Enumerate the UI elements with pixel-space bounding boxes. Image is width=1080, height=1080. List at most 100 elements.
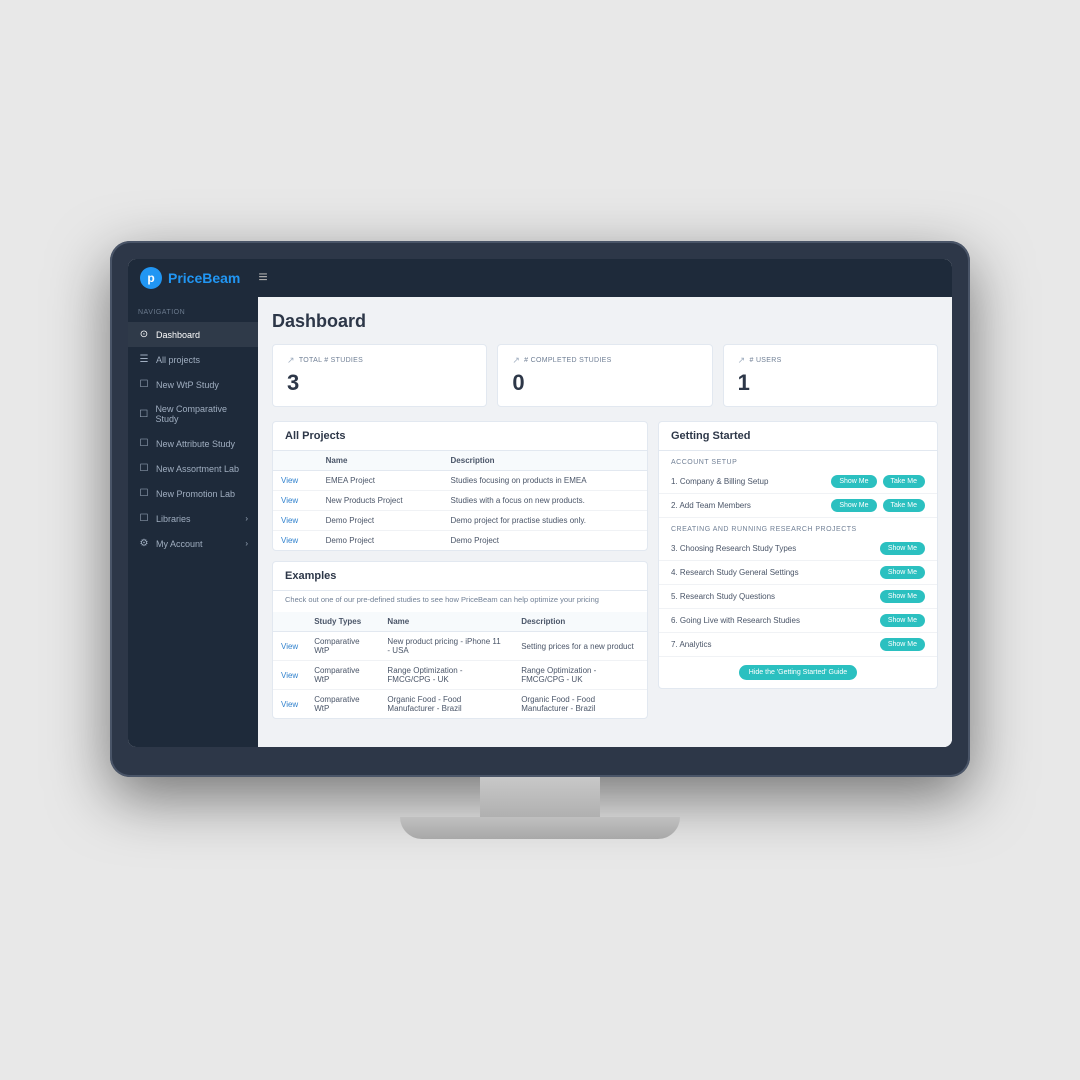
two-column-layout: All Projects Name Description — [272, 421, 938, 729]
view-link[interactable]: View — [281, 536, 298, 545]
sidebar-item-dashboard[interactable]: ⊙ Dashboard — [128, 322, 258, 347]
show-me-button-6[interactable]: Show Me — [880, 614, 925, 627]
view-link[interactable]: View — [281, 642, 298, 651]
stat-card-completed: ↗ # COMPLETED STUDIES 0 — [497, 344, 712, 407]
sidebar-item-label: New Assortment Lab — [156, 464, 239, 474]
stat-label-users: ↗ # USERS — [738, 355, 923, 366]
view-link-cell[interactable]: View — [273, 632, 306, 661]
example-name-cell: New product pricing - iPhone 11 - USA — [379, 632, 513, 661]
monitor-stand-base — [400, 817, 680, 839]
sidebar: NAVIGATION ⊙ Dashboard ☰ All projects ☐ … — [128, 297, 258, 747]
sidebar-item-my-account[interactable]: ⚙ My Account › — [128, 531, 258, 556]
stat-value-completed: 0 — [512, 370, 697, 396]
sidebar-item-libraries[interactable]: ☐ Libraries › — [128, 506, 258, 531]
gs-item-company-billing: 1. Company & Billing Setup Show Me Take … — [659, 470, 937, 494]
account-setup-label: ACCOUNT SETUP — [659, 451, 937, 470]
examples-description: Check out one of our pre-defined studies… — [273, 591, 647, 612]
monitor-stand-neck — [480, 777, 600, 817]
left-column: All Projects Name Description — [272, 421, 648, 729]
show-me-button-7[interactable]: Show Me — [880, 638, 925, 651]
table-row: View Comparative WtP Range Optimization … — [273, 661, 647, 690]
sidebar-item-label: All projects — [156, 355, 200, 365]
sidebar-item-label: New Attribute Study — [156, 439, 235, 449]
examples-card: Examples Check out one of our pre-define… — [272, 561, 648, 719]
view-link[interactable]: View — [281, 516, 298, 525]
view-link-cell[interactable]: View — [273, 471, 318, 491]
study-type-cell: Comparative WtP — [306, 690, 379, 719]
wtp-icon: ☐ — [138, 379, 150, 390]
view-link-cell[interactable]: View — [273, 531, 318, 551]
sidebar-item-label: Libraries — [156, 514, 191, 524]
sidebar-item-new-promotion[interactable]: ☐ New Promotion Lab — [128, 481, 258, 506]
gs-item-label: 7. Analytics — [671, 640, 872, 649]
stat-icon-completed: ↗ — [512, 355, 520, 366]
view-link-cell[interactable]: View — [273, 690, 306, 719]
hamburger-icon[interactable]: ≡ — [258, 269, 267, 287]
account-icon: ⚙ — [138, 538, 150, 549]
assortment-icon: ☐ — [138, 463, 150, 474]
top-bar: p PriceBeam ≡ — [128, 259, 952, 297]
table-row: View EMEA Project Studies focusing on pr… — [273, 471, 647, 491]
view-link-cell[interactable]: View — [273, 661, 306, 690]
attribute-icon: ☐ — [138, 438, 150, 449]
table-row: View Comparative WtP Organic Food - Food… — [273, 690, 647, 719]
sidebar-section-label: NAVIGATION — [128, 309, 258, 322]
study-type-cell: Comparative WtP — [306, 661, 379, 690]
sidebar-item-new-comparative[interactable]: ☐ New Comparative Study — [128, 397, 258, 431]
col-header-link — [273, 451, 318, 471]
page-title: Dashboard — [272, 311, 938, 332]
example-desc-cell: Range Optimization - FMCG/CPG - UK — [513, 661, 647, 690]
take-me-button-2[interactable]: Take Me — [883, 499, 925, 512]
col-header-link — [273, 612, 306, 632]
promotion-icon: ☐ — [138, 488, 150, 499]
comparative-icon: ☐ — [138, 409, 149, 420]
gs-item-general-settings: 4. Research Study General Settings Show … — [659, 561, 937, 585]
stat-card-users: ↗ # USERS 1 — [723, 344, 938, 407]
view-link-cell[interactable]: View — [273, 491, 318, 511]
project-name-cell: Demo Project — [318, 511, 443, 531]
getting-started-header: Getting Started — [659, 422, 937, 451]
project-name-cell: Demo Project — [318, 531, 443, 551]
show-me-button-1[interactable]: Show Me — [831, 475, 876, 488]
show-me-button-3[interactable]: Show Me — [880, 542, 925, 555]
stat-cards: ↗ TOTAL # STUDIES 3 ↗ # COMPLETED STUDIE… — [272, 344, 938, 407]
examples-table: Study Types Name Description View Compar… — [273, 612, 647, 718]
show-me-button-4[interactable]: Show Me — [880, 566, 925, 579]
sidebar-item-label: New Promotion Lab — [156, 489, 235, 499]
sidebar-item-all-projects[interactable]: ☰ All projects — [128, 347, 258, 372]
col-header-study-types: Study Types — [306, 612, 379, 632]
view-link[interactable]: View — [281, 496, 298, 505]
col-header-name: Name — [318, 451, 443, 471]
sidebar-item-label: New WtP Study — [156, 380, 219, 390]
example-desc-cell: Setting prices for a new product — [513, 632, 647, 661]
stat-icon-total: ↗ — [287, 355, 295, 366]
example-desc-cell: Organic Food - Food Manufacturer - Brazi… — [513, 690, 647, 719]
gs-item-questions: 5. Research Study Questions Show Me — [659, 585, 937, 609]
dashboard-icon: ⊙ — [138, 329, 150, 340]
gs-item-label: 6. Going Live with Research Studies — [671, 616, 872, 625]
stat-label-completed: ↗ # COMPLETED STUDIES — [512, 355, 697, 366]
libraries-icon: ☐ — [138, 513, 150, 524]
show-me-button-5[interactable]: Show Me — [880, 590, 925, 603]
hide-guide-button[interactable]: Hide the 'Getting Started' Guide — [739, 665, 857, 680]
stat-label-total: ↗ TOTAL # STUDIES — [287, 355, 472, 366]
list-icon: ☰ — [138, 354, 150, 365]
gs-item-research-types: 3. Choosing Research Study Types Show Me — [659, 537, 937, 561]
take-me-button-1[interactable]: Take Me — [883, 475, 925, 488]
show-me-button-2[interactable]: Show Me — [831, 499, 876, 512]
right-column: Getting Started ACCOUNT SETUP 1. Company… — [658, 421, 938, 729]
gs-item-label: 2. Add Team Members — [671, 501, 823, 510]
table-row: View New Products Project Studies with a… — [273, 491, 647, 511]
sidebar-item-label: Dashboard — [156, 330, 200, 340]
view-link[interactable]: View — [281, 700, 298, 709]
sidebar-item-new-wtp[interactable]: ☐ New WtP Study — [128, 372, 258, 397]
view-link[interactable]: View — [281, 476, 298, 485]
sidebar-item-new-attribute[interactable]: ☐ New Attribute Study — [128, 431, 258, 456]
all-projects-header: All Projects — [273, 422, 647, 451]
sidebar-item-new-assortment[interactable]: ☐ New Assortment Lab — [128, 456, 258, 481]
view-link[interactable]: View — [281, 671, 298, 680]
view-link-cell[interactable]: View — [273, 511, 318, 531]
examples-header: Examples — [273, 562, 647, 591]
project-name-cell: EMEA Project — [318, 471, 443, 491]
table-row: View Demo Project Demo project for pract… — [273, 511, 647, 531]
